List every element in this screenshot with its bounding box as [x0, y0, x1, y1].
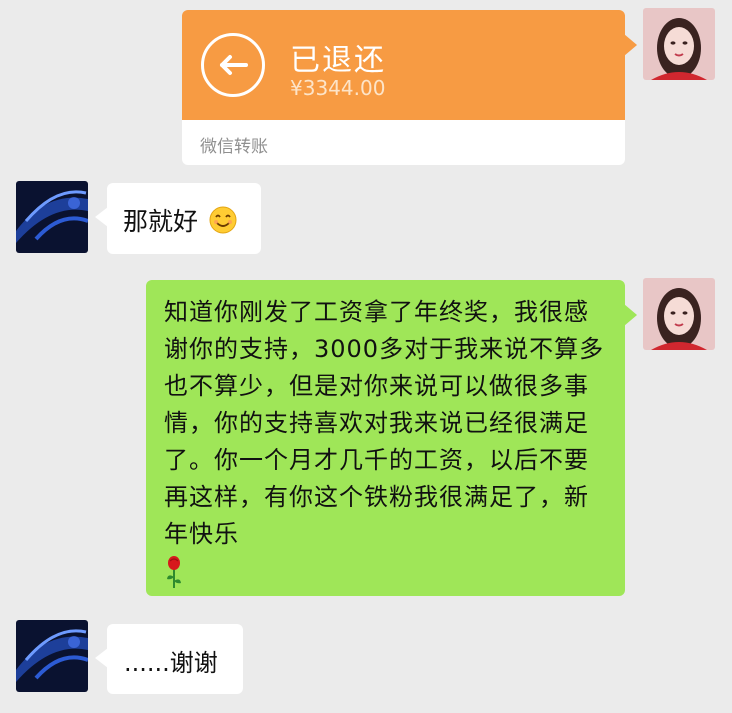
bubble-tail: [624, 304, 637, 326]
contact-avatar[interactable]: [16, 620, 88, 692]
my-avatar[interactable]: [643, 278, 715, 350]
my-avatar[interactable]: [643, 8, 715, 80]
received-message[interactable]: 那就好: [95, 183, 261, 254]
sent-message[interactable]: 知道你刚发了工资拿了年终奖，我很感谢你的支持，3000多对于我来说不算多也不算少…: [146, 280, 637, 596]
message-text: 知道你刚发了工资拿了年终奖，我很感谢你的支持，3000多对于我来说不算多也不算少…: [164, 298, 605, 548]
transfer-card-header: 已退还 ¥3344.00: [182, 10, 625, 120]
wechat-transfer-card[interactable]: 已退还 ¥3344.00 微信转账: [182, 10, 637, 165]
received-message[interactable]: ......谢谢: [95, 624, 243, 694]
contact-avatar[interactable]: [16, 181, 88, 253]
bubble-tail: [624, 34, 637, 56]
smile-emoji: [209, 206, 237, 234]
bubble-tail: [95, 648, 108, 668]
bubble-tail: [95, 207, 108, 227]
rose-emoji: [167, 556, 181, 588]
message-text: ......谢谢: [124, 649, 218, 677]
return-arrow-icon: [201, 33, 265, 97]
transfer-amount: ¥3344.00: [290, 76, 386, 100]
transfer-card-footer: 微信转账: [182, 120, 625, 165]
transfer-status: 已退还: [290, 43, 386, 78]
transfer-label: 微信转账: [200, 137, 268, 157]
message-text: 那就好: [123, 207, 199, 236]
